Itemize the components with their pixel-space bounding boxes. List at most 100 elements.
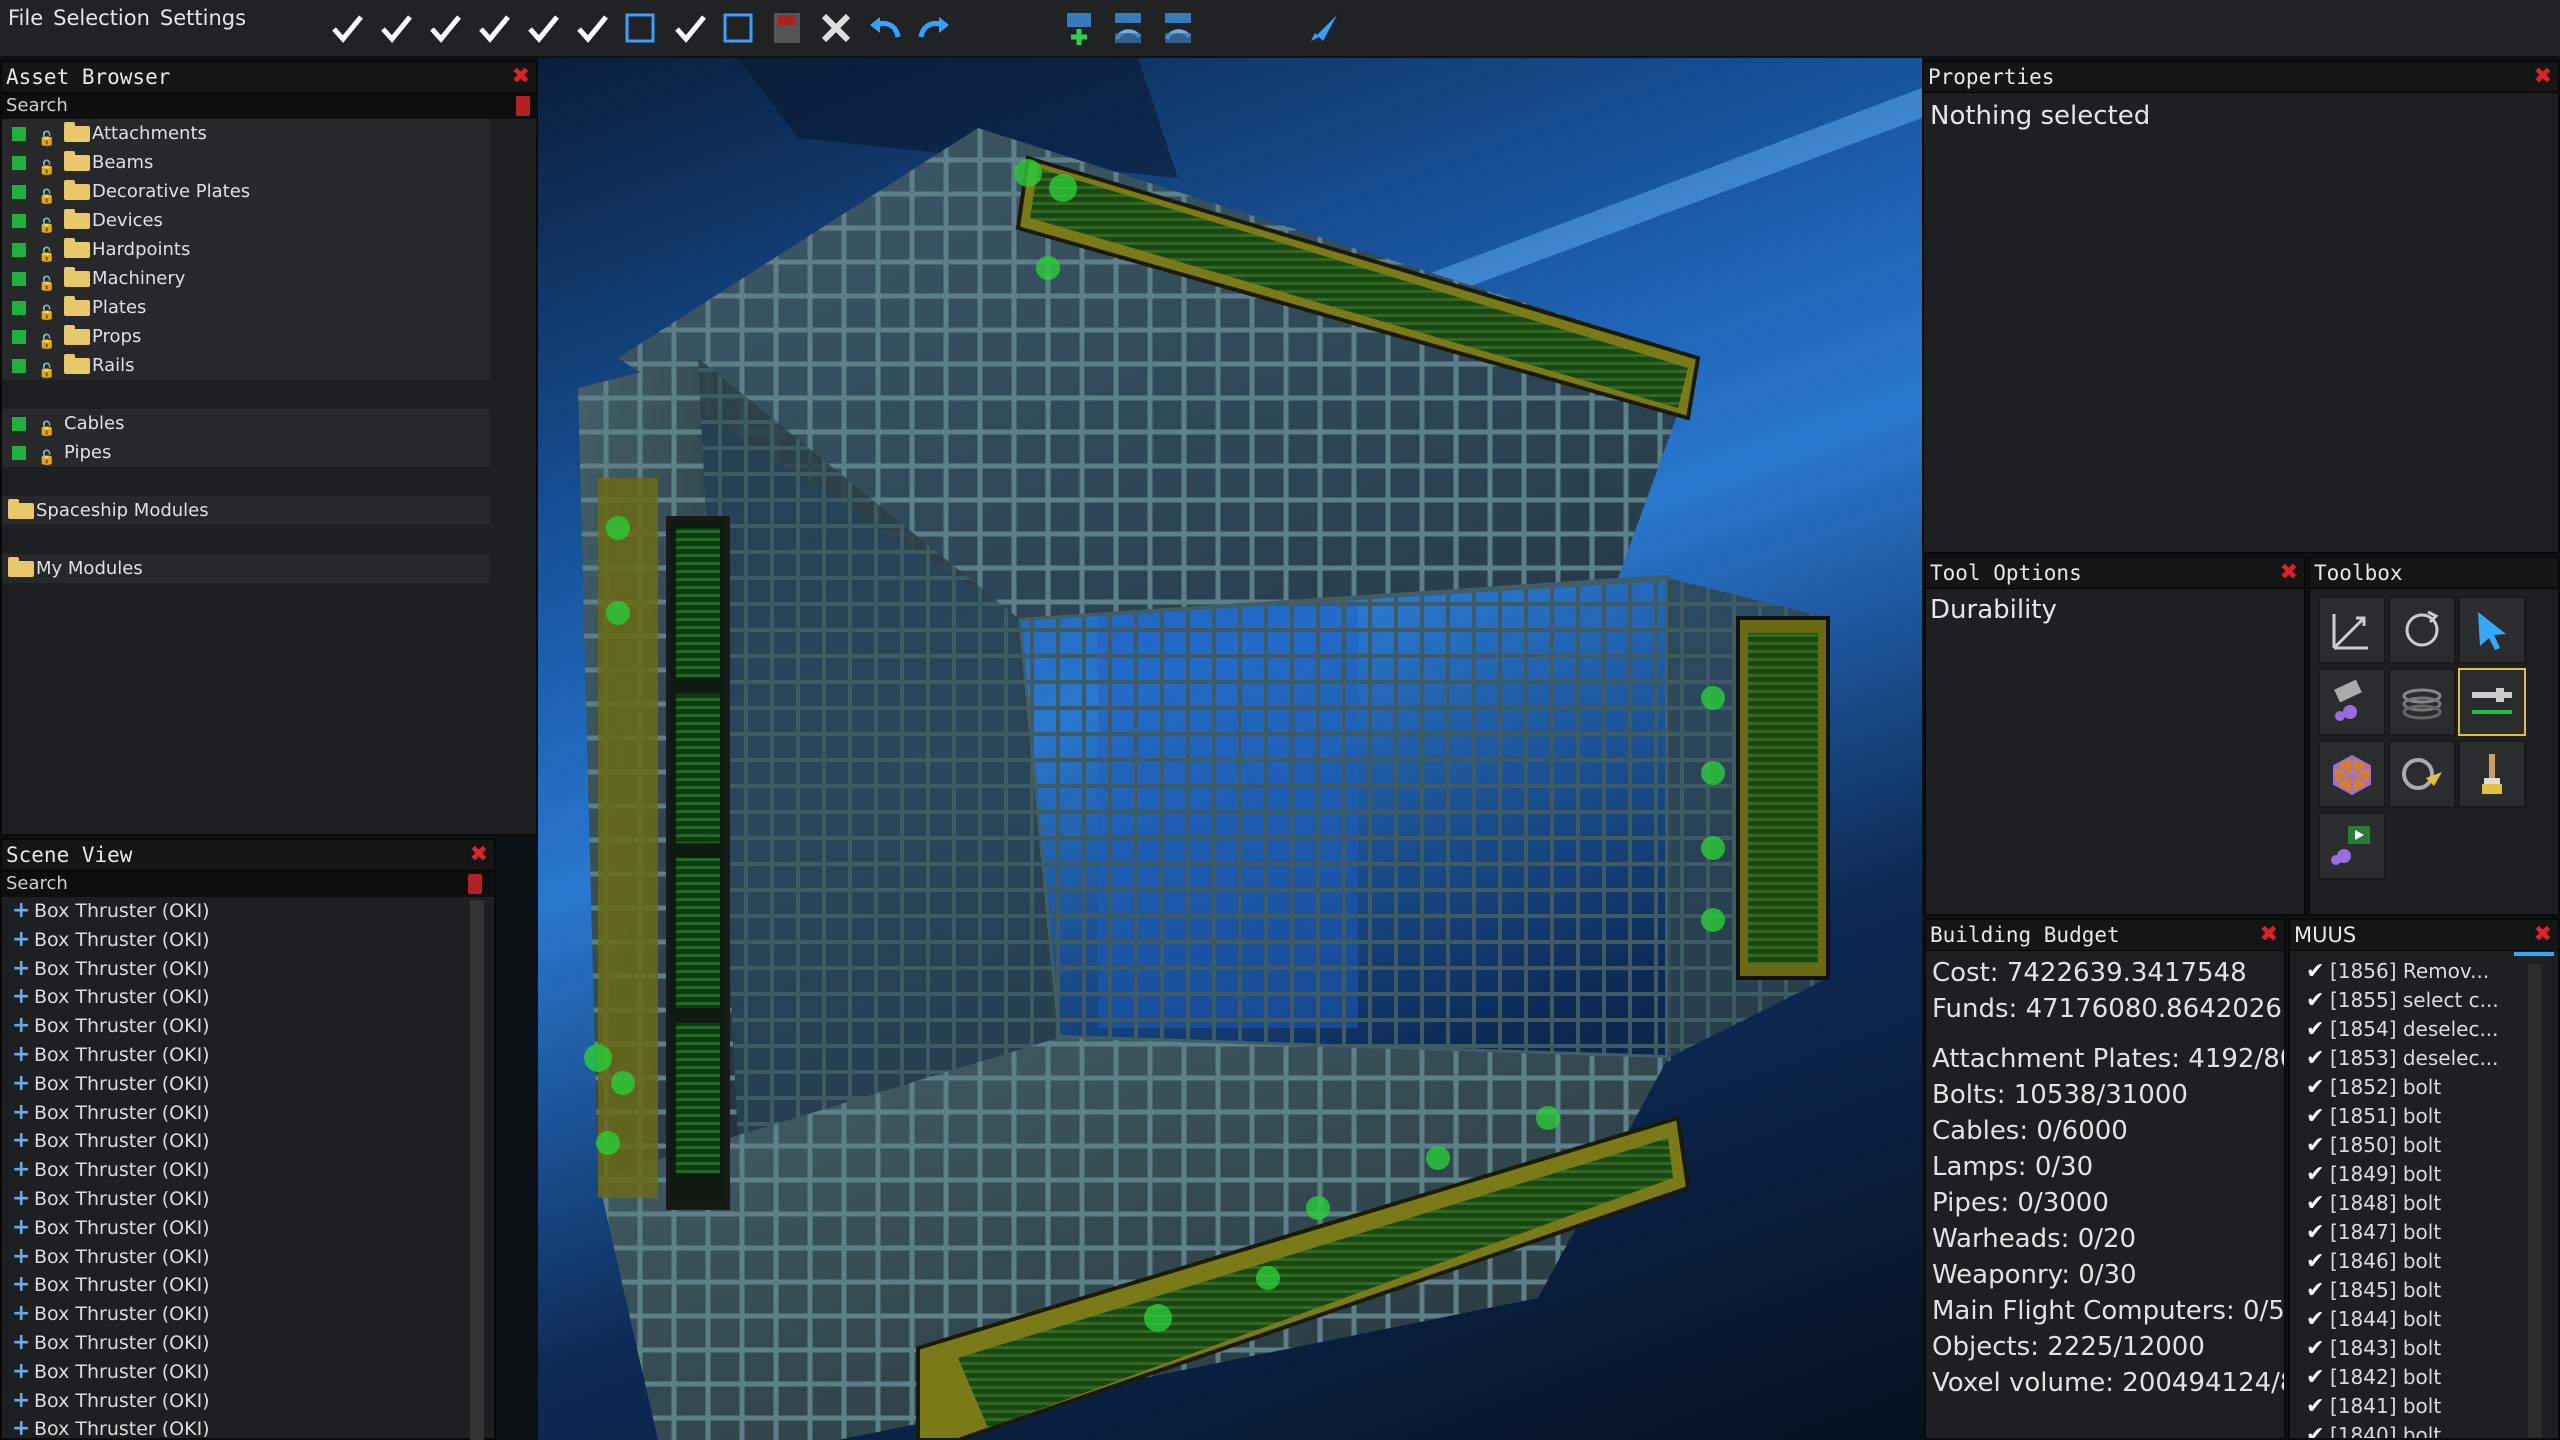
- visibility-checkbox[interactable]: [12, 330, 26, 344]
- check-icon[interactable]: [670, 8, 710, 48]
- muus-history-row[interactable]: ✔ [1853] deselec...: [2290, 1044, 2558, 1073]
- scene-row[interactable]: + Box Thruster (OKI): [2, 1127, 454, 1156]
- asset-group-folder[interactable]: My Modules: [2, 554, 490, 583]
- scene-row[interactable]: + Box Thruster (OKI): [2, 1300, 454, 1329]
- close-icon[interactable]: ✖: [2280, 558, 2298, 588]
- muus-history-row[interactable]: ✔ [1856] Remov...: [2290, 957, 2558, 986]
- visibility-checkbox[interactable]: [12, 359, 26, 373]
- scene-row[interactable]: + Box Thruster (OKI): [2, 1358, 454, 1387]
- visibility-checkbox[interactable]: [12, 301, 26, 315]
- play-script-icon[interactable]: [2318, 812, 2386, 880]
- muus-history-row[interactable]: ✔ [1849] bolt: [2290, 1160, 2558, 1189]
- save-icon[interactable]: [767, 8, 807, 48]
- muus-scrollbar[interactable]: [2528, 964, 2542, 1438]
- asset-folder-item[interactable]: 🔓 Hardpoints: [2, 235, 490, 264]
- muus-history-row[interactable]: ✔ [1845] bolt: [2290, 1276, 2558, 1305]
- asset-folder-item[interactable]: 🔓 Rails: [2, 351, 490, 380]
- check-icon[interactable]: [376, 8, 416, 48]
- select-cursor-icon[interactable]: [2458, 596, 2526, 664]
- visibility-checkbox[interactable]: [12, 156, 26, 170]
- asset-folder-item[interactable]: 🔓 Plates: [2, 293, 490, 322]
- cable-coil-icon[interactable]: [2388, 668, 2456, 736]
- scene-row[interactable]: + Box Thruster (OKI): [2, 955, 454, 984]
- 3d-viewport[interactable]: [538, 58, 1922, 1440]
- scene-row[interactable]: + Box Thruster (OKI): [2, 1415, 454, 1437]
- redo-icon[interactable]: [914, 8, 954, 48]
- scale-icon[interactable]: [2318, 596, 2386, 664]
- visibility-checkbox[interactable]: [12, 417, 26, 431]
- asset-item[interactable]: 🔓 Cables: [2, 409, 490, 438]
- check-icon[interactable]: [327, 8, 367, 48]
- rotate-icon[interactable]: [2388, 596, 2456, 664]
- scene-row[interactable]: + Box Thruster (OKI): [2, 1156, 454, 1185]
- asset-item[interactable]: 🔓 Pipes: [2, 438, 490, 467]
- paint-gun-icon[interactable]: [2318, 668, 2386, 736]
- visibility-checkbox[interactable]: [12, 185, 26, 199]
- asset-group-folder[interactable]: Spaceship Modules: [2, 496, 490, 525]
- asset-folder-item[interactable]: 🔓 Attachments: [2, 119, 490, 148]
- scene-row[interactable]: + Box Thruster (OKI): [2, 983, 454, 1012]
- close-icon[interactable]: [816, 8, 856, 48]
- menu-selection[interactable]: Selection: [53, 6, 150, 30]
- scene-row[interactable]: + Box Thruster (OKI): [2, 1070, 454, 1099]
- check-icon[interactable]: [523, 8, 563, 48]
- check-icon[interactable]: [572, 8, 612, 48]
- check-icon[interactable]: [425, 8, 465, 48]
- trash-icon[interactable]: [468, 874, 482, 894]
- asset-folder-item[interactable]: 🔓 Props: [2, 322, 490, 351]
- visibility-checkbox[interactable]: [12, 214, 26, 228]
- undo-icon[interactable]: [865, 8, 905, 48]
- close-icon[interactable]: ✖: [2534, 920, 2552, 950]
- close-icon[interactable]: ✖: [512, 62, 530, 92]
- unlock-icon[interactable]: 🔓: [38, 444, 55, 473]
- close-icon[interactable]: ✖: [2534, 62, 2552, 92]
- scene-row[interactable]: + Box Thruster (OKI): [2, 1099, 454, 1128]
- scene-row[interactable]: + Box Thruster (OKI): [2, 1012, 454, 1041]
- trash-icon[interactable]: [516, 96, 530, 116]
- close-icon[interactable]: ✖: [470, 840, 488, 870]
- add-module-icon[interactable]: [1058, 8, 1098, 48]
- muus-history-row[interactable]: ✔ [1851] bolt: [2290, 1102, 2558, 1131]
- close-icon[interactable]: ✖: [2260, 920, 2278, 950]
- asset-folder-item[interactable]: 🔓 Beams: [2, 148, 490, 177]
- visibility-checkbox[interactable]: [12, 446, 26, 460]
- asset-search-input[interactable]: Search: [2, 93, 538, 119]
- muus-history-row[interactable]: ✔ [1844] bolt: [2290, 1305, 2558, 1334]
- wrench-icon[interactable]: [2458, 668, 2526, 736]
- scene-row[interactable]: + Box Thruster (OKI): [2, 1214, 454, 1243]
- square-icon[interactable]: [620, 8, 660, 48]
- scene-scrollbar[interactable]: [470, 900, 484, 1440]
- launch-icon[interactable]: [1306, 8, 1346, 48]
- muus-history-row[interactable]: ✔ [1850] bolt: [2290, 1131, 2558, 1160]
- muus-history-row[interactable]: ✔ [1852] bolt: [2290, 1073, 2558, 1102]
- asset-folder-item[interactable]: 🔓 Decorative Plates: [2, 177, 490, 206]
- check-icon[interactable]: [474, 8, 514, 48]
- scene-row[interactable]: + Box Thruster (OKI): [2, 1243, 454, 1272]
- menu-settings[interactable]: Settings: [160, 6, 246, 30]
- refresh-icon[interactable]: [1158, 8, 1198, 48]
- pipe-tool-icon[interactable]: [2388, 740, 2456, 808]
- muus-history-row[interactable]: ✔ [1840] bolt: [2290, 1421, 2558, 1438]
- scene-row[interactable]: + Box Thruster (OKI): [2, 897, 454, 926]
- visibility-checkbox[interactable]: [12, 243, 26, 257]
- menu-file[interactable]: File: [8, 6, 43, 30]
- muus-history-row[interactable]: ✔ [1842] bolt: [2290, 1363, 2558, 1392]
- visibility-checkbox[interactable]: [12, 272, 26, 286]
- scene-row[interactable]: + Box Thruster (OKI): [2, 1387, 454, 1416]
- muus-history-row[interactable]: ✔ [1854] deselec...: [2290, 1015, 2558, 1044]
- muus-scrollbar-indicator[interactable]: [2514, 952, 2554, 956]
- scene-row[interactable]: + Box Thruster (OKI): [2, 1041, 454, 1070]
- muus-history-row[interactable]: ✔ [1855] select c...: [2290, 986, 2558, 1015]
- square-icon[interactable]: [718, 8, 758, 48]
- asset-folder-item[interactable]: 🔓 Machinery: [2, 264, 490, 293]
- unlock-icon[interactable]: 🔓: [38, 357, 55, 386]
- asset-folder-item[interactable]: 🔓 Devices: [2, 206, 490, 235]
- visibility-checkbox[interactable]: [12, 127, 26, 141]
- muus-history-row[interactable]: ✔ [1841] bolt: [2290, 1392, 2558, 1421]
- muus-history-row[interactable]: ✔ [1847] bolt: [2290, 1218, 2558, 1247]
- scene-row[interactable]: + Box Thruster (OKI): [2, 1271, 454, 1300]
- scene-search-input[interactable]: Search: [2, 871, 494, 897]
- muus-history-row[interactable]: ✔ [1848] bolt: [2290, 1189, 2558, 1218]
- scene-row[interactable]: + Box Thruster (OKI): [2, 1329, 454, 1358]
- refresh-icon[interactable]: [1108, 8, 1148, 48]
